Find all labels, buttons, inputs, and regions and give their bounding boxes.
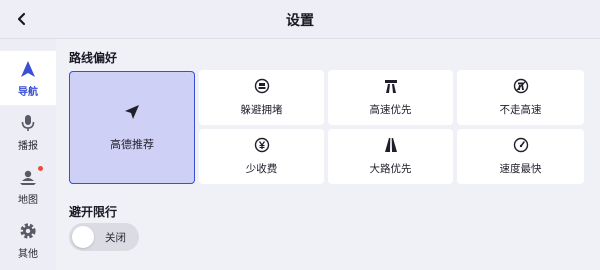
avoid-restriction-title: 避开限行 [69,205,118,219]
notification-dot [38,165,43,171]
navigation-arrow-icon [18,59,38,79]
map-person-icon [18,165,43,187]
route-option-label: 少收费 [245,163,278,175]
settings-content: 路线偏好 高德推荐 躲避拥堵 高速优先 不走高速 少收费 大路优先 速度最快 避… [56,39,600,270]
route-option-recommended[interactable]: 高德推荐 [69,71,195,184]
sidebar-item-label: 导航 [18,86,38,98]
route-option-label: 高速优先 [369,104,412,116]
route-option-highway-first[interactable]: 高速优先 [328,70,453,125]
route-option-fastest[interactable]: 速度最快 [457,129,584,184]
gear-icon [18,221,38,241]
no-highway-icon [513,78,529,98]
route-option-avoid-congestion[interactable]: 躲避拥堵 [199,70,324,125]
highway-icon [383,78,399,98]
route-option-less-toll[interactable]: 少收费 [199,129,324,184]
avoid-restriction-toggle[interactable]: 关闭 [69,223,139,251]
sidebar-item-broadcast[interactable]: 播报 [0,105,56,159]
send-arrow-icon [124,104,140,124]
sidebar-item-label: 地图 [18,194,38,206]
route-option-label: 大路优先 [369,163,412,175]
yen-coin-icon [254,137,270,157]
page-title: 设置 [286,13,314,29]
route-option-main-road[interactable]: 大路优先 [328,129,453,184]
sidebar-item-map[interactable]: 地图 [0,159,56,213]
microphone-icon [18,113,38,133]
route-option-label: 躲避拥堵 [240,104,283,116]
sidebar-item-label: 其他 [18,248,38,260]
route-option-label: 速度最快 [499,163,542,175]
toggle-knob [72,226,94,248]
route-preference-title: 路线偏好 [69,51,118,65]
route-option-no-highway[interactable]: 不走高速 [457,70,584,125]
sidebar-item-navigation[interactable]: 导航 [0,51,56,105]
main-road-icon [383,137,399,157]
sidebar-item-label: 播报 [18,140,38,152]
route-option-label: 高德推荐 [110,137,154,151]
avoid-congestion-icon [254,78,270,98]
route-option-label: 不走高速 [499,104,542,116]
toggle-label: 关闭 [105,232,126,244]
top-bar: 设置 [0,0,600,39]
speedometer-icon [513,137,529,157]
sidebar-item-other[interactable]: 其他 [0,213,56,267]
sidebar: 导航 播报 地图 其他 [0,39,56,270]
